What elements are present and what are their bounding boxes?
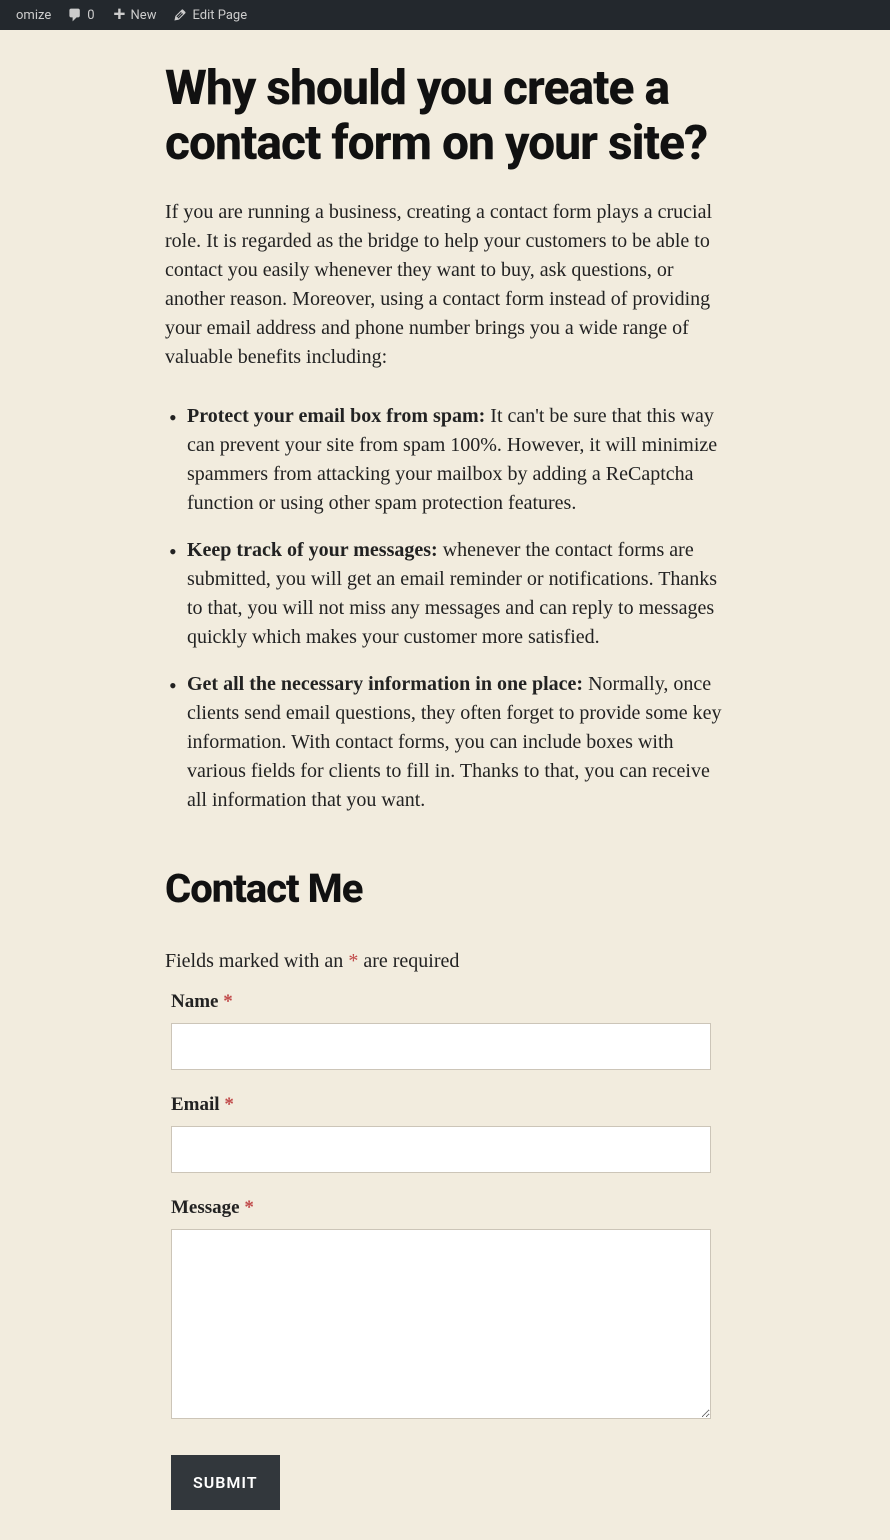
submit-button[interactable]: SUBMIT xyxy=(171,1455,280,1510)
intro-paragraph: If you are running a business, creating … xyxy=(165,198,725,372)
asterisk: * xyxy=(348,950,358,972)
pencil-icon xyxy=(172,7,188,23)
list-item-title: Keep track of your messages: xyxy=(187,539,438,561)
message-field-wrapper: Message * xyxy=(171,1197,725,1423)
name-field-wrapper: Name * xyxy=(171,991,725,1070)
page-title: Why should you create a contact form on … xyxy=(165,60,725,170)
wp-admin-bar: omize 0 New Edit Page xyxy=(0,0,890,30)
asterisk: * xyxy=(223,991,233,1012)
edit-page-link[interactable]: Edit Page xyxy=(164,0,255,30)
new-label: New xyxy=(131,8,157,23)
customize-label: omize xyxy=(16,8,51,23)
list-item: Get all the necessary information in one… xyxy=(165,670,725,815)
customize-link[interactable]: omize xyxy=(8,0,59,30)
list-item: Protect your email box from spam: It can… xyxy=(165,402,725,518)
asterisk: * xyxy=(224,1094,234,1115)
new-content-link[interactable]: New xyxy=(103,0,165,30)
message-textarea[interactable] xyxy=(171,1229,711,1419)
comments-icon xyxy=(67,7,83,23)
asterisk: * xyxy=(244,1197,254,1218)
contact-heading: Contact Me xyxy=(165,865,725,912)
main-content: Why should you create a contact form on … xyxy=(165,30,725,1540)
required-fields-note: Fields marked with an * are required xyxy=(165,950,725,973)
name-label: Name * xyxy=(171,991,725,1013)
comments-count: 0 xyxy=(87,8,94,23)
list-item: Keep track of your messages: whenever th… xyxy=(165,536,725,652)
comments-link[interactable]: 0 xyxy=(59,0,102,30)
benefits-list: Protect your email box from spam: It can… xyxy=(165,402,725,815)
email-field-wrapper: Email * xyxy=(171,1094,725,1173)
email-label: Email * xyxy=(171,1094,725,1116)
list-item-title: Protect your email box from spam: xyxy=(187,405,485,427)
plus-icon xyxy=(111,7,127,23)
email-input[interactable] xyxy=(171,1126,711,1173)
list-item-title: Get all the necessary information in one… xyxy=(187,673,583,695)
edit-page-label: Edit Page xyxy=(192,8,247,23)
message-label: Message * xyxy=(171,1197,725,1219)
name-input[interactable] xyxy=(171,1023,711,1070)
